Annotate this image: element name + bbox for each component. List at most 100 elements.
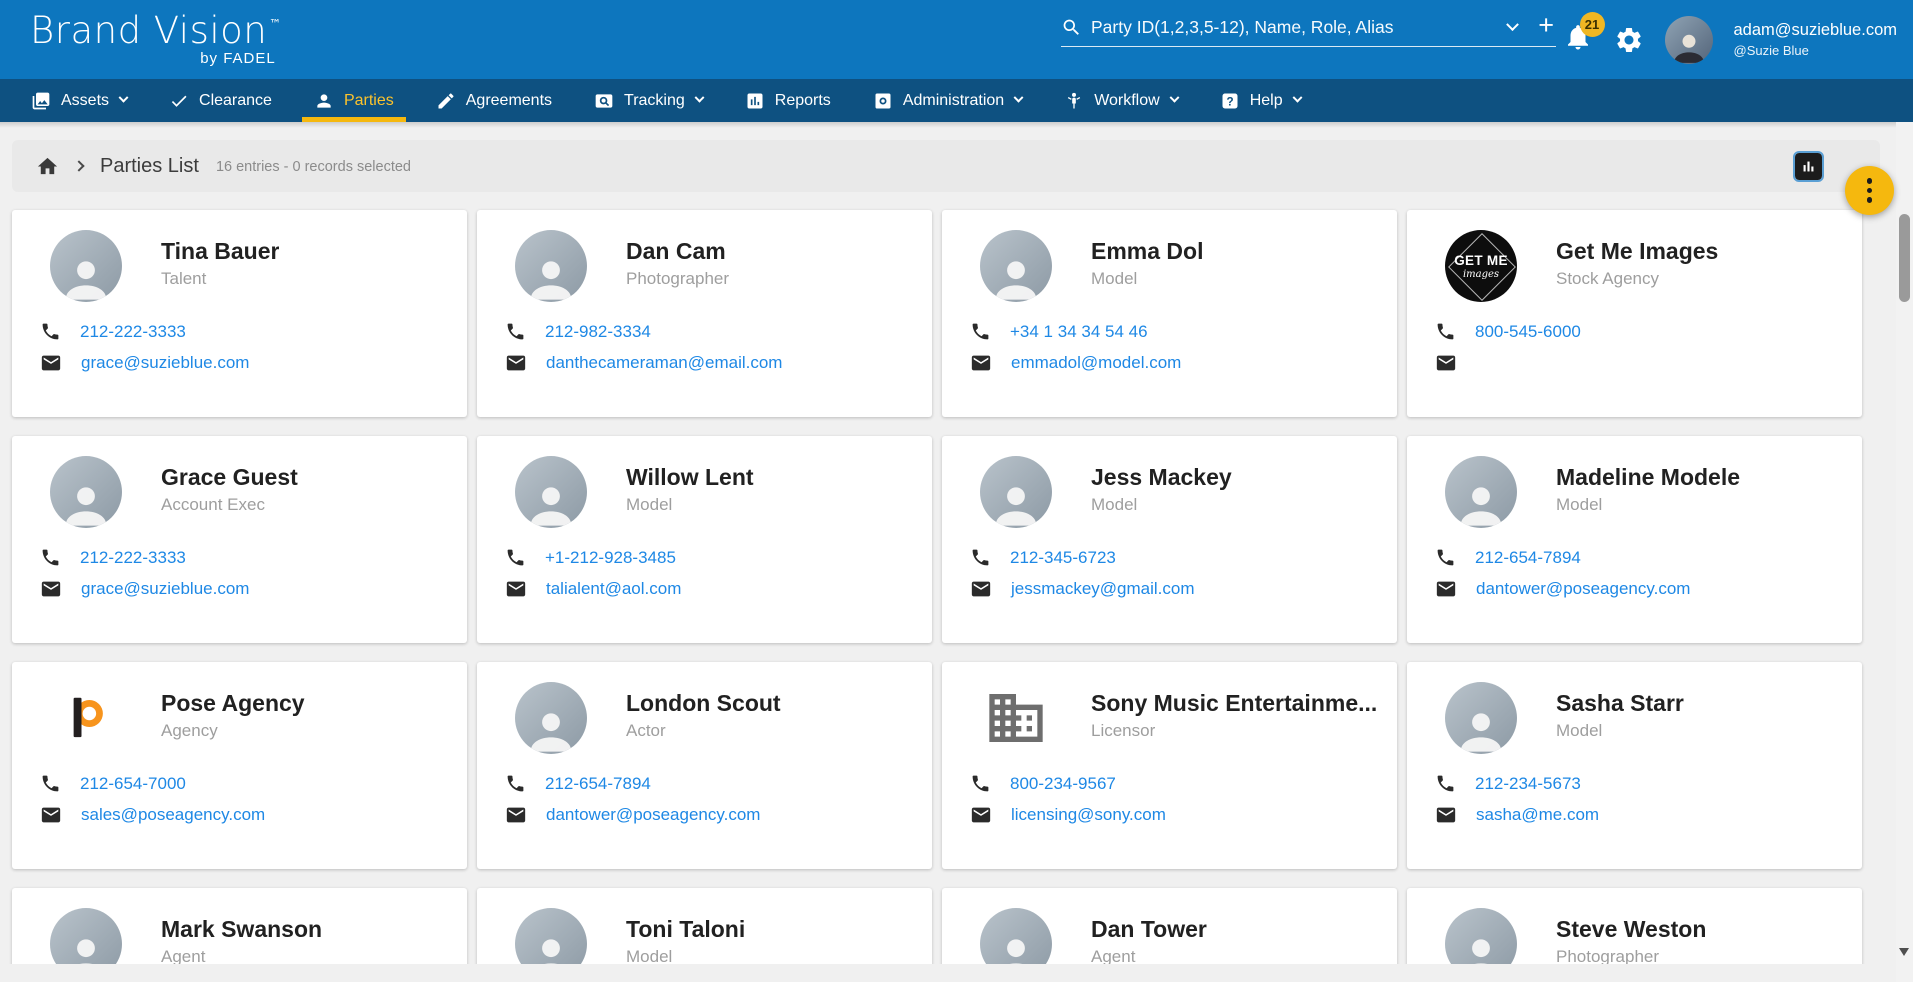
party-card[interactable]: Toni Taloni Model: [477, 888, 932, 964]
party-phone-link[interactable]: +34 1 34 34 54 46: [1010, 322, 1148, 342]
scroll-down-arrow-icon[interactable]: [1899, 948, 1909, 956]
party-phone-link[interactable]: 800-234-9567: [1010, 774, 1116, 794]
gear-icon[interactable]: [1614, 25, 1644, 55]
party-email-link[interactable]: dantower@poseagency.com: [1476, 579, 1690, 599]
party-role: Model: [626, 947, 745, 964]
svg-text:?: ?: [1226, 95, 1233, 108]
phone-icon: [505, 773, 526, 794]
nav-item-reports[interactable]: Reports: [724, 79, 852, 122]
parties-grid: Tina Bauer Talent 212-222-3333 grace@suz…: [12, 210, 1913, 964]
party-photo-avatar: [50, 908, 122, 964]
party-phone-link[interactable]: 800-545-6000: [1475, 322, 1581, 342]
nav-item-label: Help: [1250, 92, 1283, 110]
nav-item-label: Reports: [775, 92, 831, 110]
search-chevron-down-icon[interactable]: [1506, 18, 1519, 31]
party-email-link[interactable]: danthecameraman@email.com: [546, 353, 782, 373]
party-card[interactable]: London Scout Actor 212-654-7894 dantower…: [477, 662, 932, 869]
home-icon[interactable]: [36, 155, 59, 178]
party-name: Steve Weston: [1556, 916, 1706, 944]
nav-item-label: Administration: [903, 92, 1004, 110]
add-search-button[interactable]: +: [1538, 12, 1554, 39]
party-card[interactable]: Steve Weston Photographer: [1407, 888, 1862, 964]
search-input[interactable]: [1091, 17, 1499, 38]
nav-item-parties[interactable]: Parties: [293, 79, 415, 122]
nav-item-help[interactable]: ? Help: [1199, 79, 1322, 122]
scrollbar-thumb[interactable]: [1899, 214, 1910, 302]
party-phone-link[interactable]: 212-654-7894: [1475, 548, 1581, 568]
notifications-button[interactable]: 21: [1563, 22, 1593, 57]
party-card[interactable]: Dan Cam Photographer 212-982-3334 danthe…: [477, 210, 932, 417]
party-email-link[interactable]: jessmackey@gmail.com: [1011, 579, 1195, 599]
user-avatar[interactable]: [1665, 16, 1713, 64]
party-card[interactable]: Mark Swanson Agent: [12, 888, 467, 964]
party-phone-link[interactable]: 212-982-3334: [545, 322, 651, 342]
party-card[interactable]: Grace Guest Account Exec 212-222-3333 gr…: [12, 436, 467, 643]
party-name: Toni Taloni: [626, 916, 745, 944]
party-name: Jess Mackey: [1091, 464, 1232, 492]
party-phone-link[interactable]: 212-222-3333: [80, 548, 186, 568]
email-icon: [505, 352, 527, 374]
nav-item-agreements[interactable]: Agreements: [415, 79, 573, 122]
clearance-check-icon: [169, 91, 189, 111]
party-email-link[interactable]: sales@poseagency.com: [81, 805, 265, 825]
party-email-link[interactable]: grace@suzieblue.com: [81, 353, 249, 373]
vertical-scrollbar[interactable]: [1896, 122, 1913, 982]
records-summary: 16 entries - 0 records selected: [216, 159, 411, 175]
party-card[interactable]: Sony Music Entertainme... Licensor 800-2…: [942, 662, 1397, 869]
party-name: Tina Bauer: [161, 238, 279, 266]
party-role: Agent: [1091, 947, 1207, 964]
party-card[interactable]: Pose Agency Agency 212-654-7000 sales@po…: [12, 662, 467, 869]
phone-icon: [505, 321, 526, 342]
party-phone-link[interactable]: +1-212-928-3485: [545, 548, 676, 568]
party-email-link[interactable]: talialent@aol.com: [546, 579, 681, 599]
chevron-down-icon: [119, 93, 129, 103]
party-role: Photographer: [1556, 947, 1706, 964]
party-photo-avatar: [1445, 456, 1517, 528]
party-email-link[interactable]: grace@suzieblue.com: [81, 579, 249, 599]
party-phone-link[interactable]: 212-654-7000: [80, 774, 186, 794]
party-name: Emma Dol: [1091, 238, 1203, 266]
party-role: Photographer: [626, 269, 729, 289]
party-phone-link[interactable]: 212-654-7894: [545, 774, 651, 794]
party-name: Mark Swanson: [161, 916, 322, 944]
party-card[interactable]: Sasha Starr Model 212-234-5673 sasha@me.…: [1407, 662, 1862, 869]
party-phone-link[interactable]: 212-222-3333: [80, 322, 186, 342]
email-icon: [1435, 804, 1457, 826]
party-phone-link[interactable]: 212-345-6723: [1010, 548, 1116, 568]
email-icon: [970, 578, 992, 600]
administration-icon: [873, 91, 893, 111]
party-card[interactable]: Tina Bauer Talent 212-222-3333 grace@suz…: [12, 210, 467, 417]
party-email-link[interactable]: licensing@sony.com: [1011, 805, 1166, 825]
header-actions: 21 adam@suzieblue.com @Suzie Blue: [1563, 0, 1898, 79]
nav-item-clearance[interactable]: Clearance: [148, 79, 293, 122]
nav-item-administration[interactable]: Administration: [852, 79, 1043, 122]
party-photo-avatar: [515, 908, 587, 964]
email-icon: [40, 352, 62, 374]
app-header: Brand Vision™ by FADEL + 21 adam@suziebl…: [0, 0, 1913, 79]
chart-view-button[interactable]: [1795, 153, 1822, 180]
workflow-icon: [1064, 91, 1084, 111]
party-name: Dan Cam: [626, 238, 729, 266]
nav-item-tracking[interactable]: Tracking: [573, 79, 724, 122]
party-card[interactable]: Madeline Modele Model 212-654-7894 danto…: [1407, 436, 1862, 643]
party-email-link[interactable]: emmadol@model.com: [1011, 353, 1181, 373]
party-card[interactable]: Emma Dol Model +34 1 34 34 54 46 emmadol…: [942, 210, 1397, 417]
chevron-down-icon: [694, 93, 704, 103]
party-photo-avatar: [980, 230, 1052, 302]
notification-count-badge: 21: [1580, 12, 1605, 37]
party-photo-avatar: [980, 908, 1052, 964]
more-actions-fab[interactable]: [1845, 166, 1894, 215]
party-role: Agent: [161, 947, 322, 964]
party-card[interactable]: Dan Tower Agent: [942, 888, 1397, 964]
party-name: Pose Agency: [161, 690, 305, 718]
party-card[interactable]: Jess Mackey Model 212-345-6723 jessmacke…: [942, 436, 1397, 643]
party-email-link[interactable]: dantower@poseagency.com: [546, 805, 760, 825]
global-search: +: [1061, 16, 1556, 47]
party-card[interactable]: GET MEimages Get Me Images Stock Agency …: [1407, 210, 1862, 417]
nav-item-assets[interactable]: Assets: [10, 79, 148, 122]
party-card[interactable]: Willow Lent Model +1-212-928-3485 talial…: [477, 436, 932, 643]
party-phone-link[interactable]: 212-234-5673: [1475, 774, 1581, 794]
breadcrumb: Parties List 16 entries - 0 records sele…: [12, 140, 1880, 192]
nav-item-workflow[interactable]: Workflow: [1043, 79, 1199, 122]
party-email-link[interactable]: sasha@me.com: [1476, 805, 1599, 825]
